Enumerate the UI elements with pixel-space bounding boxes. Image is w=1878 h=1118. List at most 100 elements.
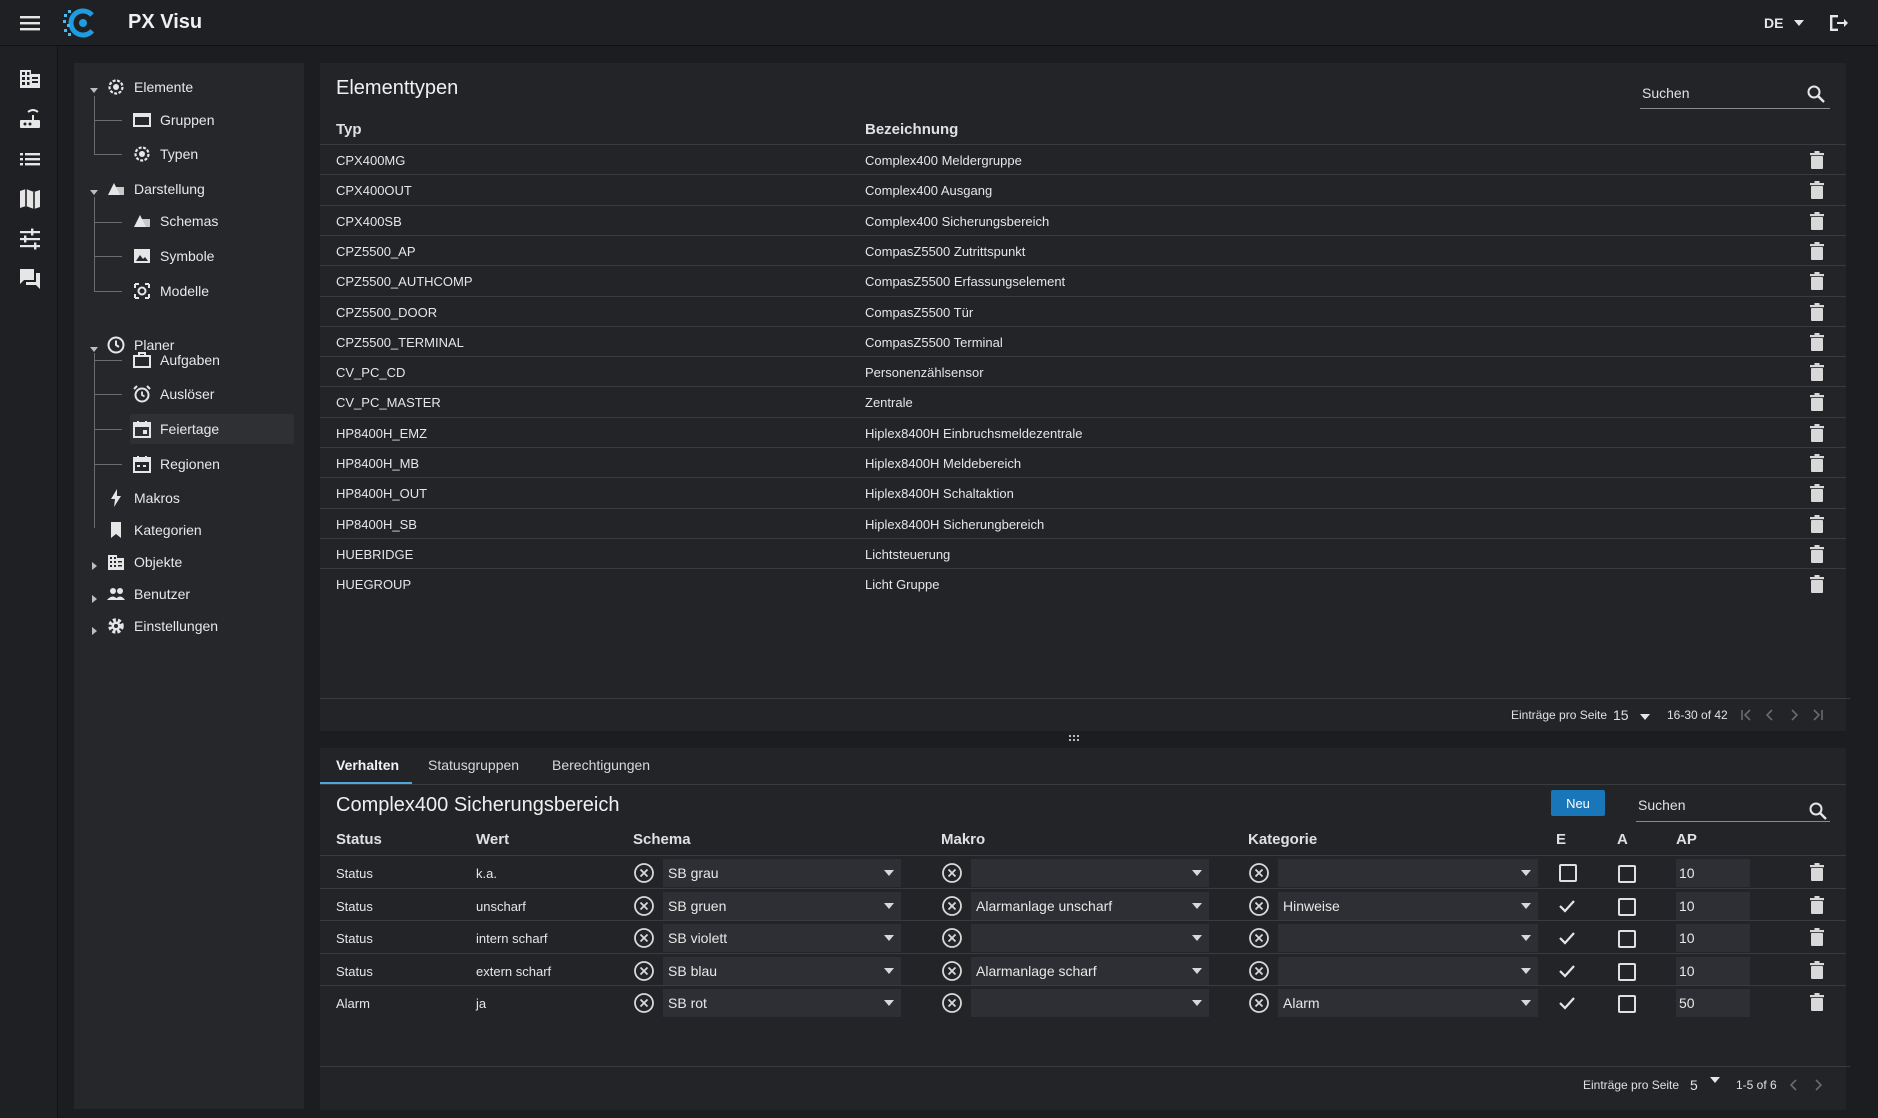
macro-select[interactable]: Alarmanlage scharf bbox=[971, 956, 1209, 985]
tree-node-darstellung[interactable]: Darstellung bbox=[106, 175, 205, 203]
tree-node-feiertage[interactable]: Feiertage bbox=[132, 415, 219, 443]
delete-icon[interactable] bbox=[1808, 392, 1826, 412]
column-header-ap[interactable]: AP bbox=[1676, 831, 1697, 848]
column-header-macro[interactable]: Makro bbox=[941, 831, 985, 848]
table-row[interactable]: HP8400H_EMZ Hiplex8400H Einbruchsmeldezen… bbox=[320, 416, 1846, 447]
next-page-icon[interactable] bbox=[1811, 1078, 1825, 1092]
delete-icon[interactable] bbox=[1808, 862, 1826, 882]
macro-select[interactable] bbox=[971, 989, 1209, 1018]
delete-icon[interactable] bbox=[1808, 927, 1826, 947]
clear-icon[interactable] bbox=[1248, 862, 1270, 884]
clear-icon[interactable] bbox=[1248, 927, 1270, 949]
first-page-icon[interactable] bbox=[1739, 708, 1753, 722]
list-icon[interactable] bbox=[17, 146, 43, 172]
schema-select[interactable]: SB grau bbox=[663, 859, 901, 887]
ap-input[interactable]: 10 bbox=[1676, 924, 1750, 953]
collapse-caret-icon[interactable] bbox=[88, 560, 100, 572]
column-header-status[interactable]: Status bbox=[336, 831, 382, 848]
tree-node-objekte[interactable]: Objekte bbox=[106, 548, 182, 576]
delete-icon[interactable] bbox=[1808, 271, 1826, 291]
delete-icon[interactable] bbox=[1808, 302, 1826, 322]
e-checkbox[interactable] bbox=[1559, 864, 1577, 882]
delete-icon[interactable] bbox=[1808, 544, 1826, 564]
tune-icon[interactable] bbox=[17, 226, 43, 252]
caret-down-icon[interactable] bbox=[1792, 18, 1806, 28]
delete-icon[interactable] bbox=[1808, 150, 1826, 170]
table-row[interactable]: HP8400H_OUT Hiplex8400H Schaltaktion bbox=[320, 477, 1846, 507]
clear-icon[interactable] bbox=[633, 895, 655, 917]
macro-select[interactable] bbox=[971, 924, 1209, 953]
tree-node-gruppen[interactable]: Gruppen bbox=[132, 106, 214, 134]
delete-icon[interactable] bbox=[1808, 514, 1826, 534]
clear-icon[interactable] bbox=[633, 992, 655, 1014]
map-icon[interactable] bbox=[17, 186, 43, 212]
panel-resize-handle[interactable] bbox=[1069, 734, 1079, 742]
tree-node-modelle[interactable]: Modelle bbox=[132, 277, 209, 305]
forum-icon[interactable] bbox=[17, 266, 43, 292]
category-select[interactable]: Alarm bbox=[1278, 989, 1538, 1018]
building-icon[interactable] bbox=[17, 66, 43, 92]
a-checkbox[interactable] bbox=[1618, 995, 1636, 1014]
last-page-icon[interactable] bbox=[1811, 708, 1825, 722]
per-page-select[interactable]: 15 bbox=[1613, 707, 1629, 723]
clear-icon[interactable] bbox=[633, 862, 655, 884]
tab-berechtigungen[interactable]: Berechtigungen bbox=[552, 757, 650, 773]
column-header-type[interactable]: Typ bbox=[336, 121, 362, 138]
ap-input[interactable]: 10 bbox=[1676, 859, 1750, 887]
clear-icon[interactable] bbox=[633, 927, 655, 949]
tree-node-elemente[interactable]: Elemente bbox=[106, 73, 193, 101]
clear-icon[interactable] bbox=[941, 960, 963, 982]
new-button[interactable]: Neu bbox=[1551, 790, 1605, 816]
router-icon[interactable] bbox=[17, 106, 43, 132]
category-select[interactable] bbox=[1278, 924, 1538, 953]
previous-page-icon[interactable] bbox=[1763, 708, 1777, 722]
checkmark-icon[interactable] bbox=[1558, 898, 1576, 914]
table-row[interactable]: CPX400OUT Complex400 Ausgang bbox=[320, 174, 1846, 204]
tab-statusgruppen[interactable]: Statusgruppen bbox=[428, 757, 519, 773]
schema-select[interactable]: SB blau bbox=[663, 956, 901, 985]
column-header-category[interactable]: Kategorie bbox=[1248, 831, 1317, 848]
table-row[interactable]: HP8400H_MB Hiplex8400H Meldebereich bbox=[320, 447, 1846, 477]
per-page-select[interactable]: 5 bbox=[1690, 1077, 1698, 1093]
delete-icon[interactable] bbox=[1808, 362, 1826, 382]
tree-node-symbole[interactable]: Symbole bbox=[132, 242, 214, 270]
search-icon[interactable] bbox=[1808, 801, 1828, 821]
search-input[interactable] bbox=[1638, 797, 1798, 813]
column-header-schema[interactable]: Schema bbox=[633, 831, 691, 848]
caret-down-icon[interactable] bbox=[1638, 710, 1652, 724]
column-header-value[interactable]: Wert bbox=[476, 831, 509, 848]
clear-icon[interactable] bbox=[633, 960, 655, 982]
menu-icon[interactable] bbox=[18, 12, 42, 34]
expand-caret-icon[interactable] bbox=[88, 186, 100, 198]
delete-icon[interactable] bbox=[1808, 180, 1826, 200]
clear-icon[interactable] bbox=[941, 862, 963, 884]
tab-verhalten[interactable]: Verhalten bbox=[336, 757, 399, 773]
search-icon[interactable] bbox=[1806, 84, 1826, 104]
delete-icon[interactable] bbox=[1808, 241, 1826, 261]
column-header-name[interactable]: Bezeichnung bbox=[865, 121, 958, 138]
delete-icon[interactable] bbox=[1808, 453, 1826, 473]
tree-node-kategorien[interactable]: Kategorien bbox=[106, 516, 202, 544]
previous-page-icon[interactable] bbox=[1787, 1078, 1801, 1092]
category-select[interactable] bbox=[1278, 859, 1538, 887]
tree-node-schemas[interactable]: Schemas bbox=[132, 207, 218, 235]
table-row[interactable]: HUEGROUP Licht Gruppe bbox=[320, 568, 1846, 598]
ap-input[interactable]: 10 bbox=[1676, 956, 1750, 985]
a-checkbox[interactable] bbox=[1618, 930, 1636, 949]
schema-select[interactable]: SB gruen bbox=[663, 891, 901, 920]
collapse-caret-icon[interactable] bbox=[88, 625, 100, 637]
tree-node-makros[interactable]: Makros bbox=[106, 484, 180, 512]
tree-node-aufgaben[interactable]: Aufgaben bbox=[132, 346, 220, 374]
clear-icon[interactable] bbox=[941, 927, 963, 949]
a-checkbox[interactable] bbox=[1618, 962, 1636, 981]
table-row[interactable]: HP8400H_SB Hiplex8400H Sicherungbereich bbox=[320, 507, 1846, 538]
table-row[interactable]: CPZ5500_DOOR CompasZ5500 Tür bbox=[320, 295, 1846, 326]
table-row[interactable]: CPX400SB Complex400 Sicherungsbereich bbox=[320, 204, 1846, 235]
caret-down-icon[interactable] bbox=[1708, 1073, 1722, 1087]
clear-icon[interactable] bbox=[941, 992, 963, 1014]
delete-icon[interactable] bbox=[1808, 895, 1826, 915]
language-selector[interactable]: DE bbox=[1764, 15, 1783, 31]
delete-icon[interactable] bbox=[1808, 992, 1826, 1012]
ap-input[interactable]: 50 bbox=[1676, 989, 1750, 1018]
logout-icon[interactable] bbox=[1826, 12, 1850, 34]
